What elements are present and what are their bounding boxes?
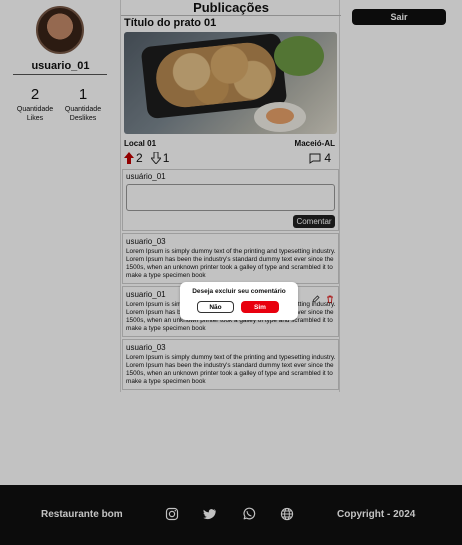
cancel-button[interactable]: Não	[197, 301, 234, 313]
delete-comment-dialog: Deseja excluir seu comentário Não Sim	[180, 282, 298, 320]
confirm-delete-button[interactable]: Sim	[241, 301, 279, 313]
dialog-question: Deseja excluir seu comentário	[192, 288, 286, 295]
modal-overlay[interactable]	[0, 0, 462, 545]
